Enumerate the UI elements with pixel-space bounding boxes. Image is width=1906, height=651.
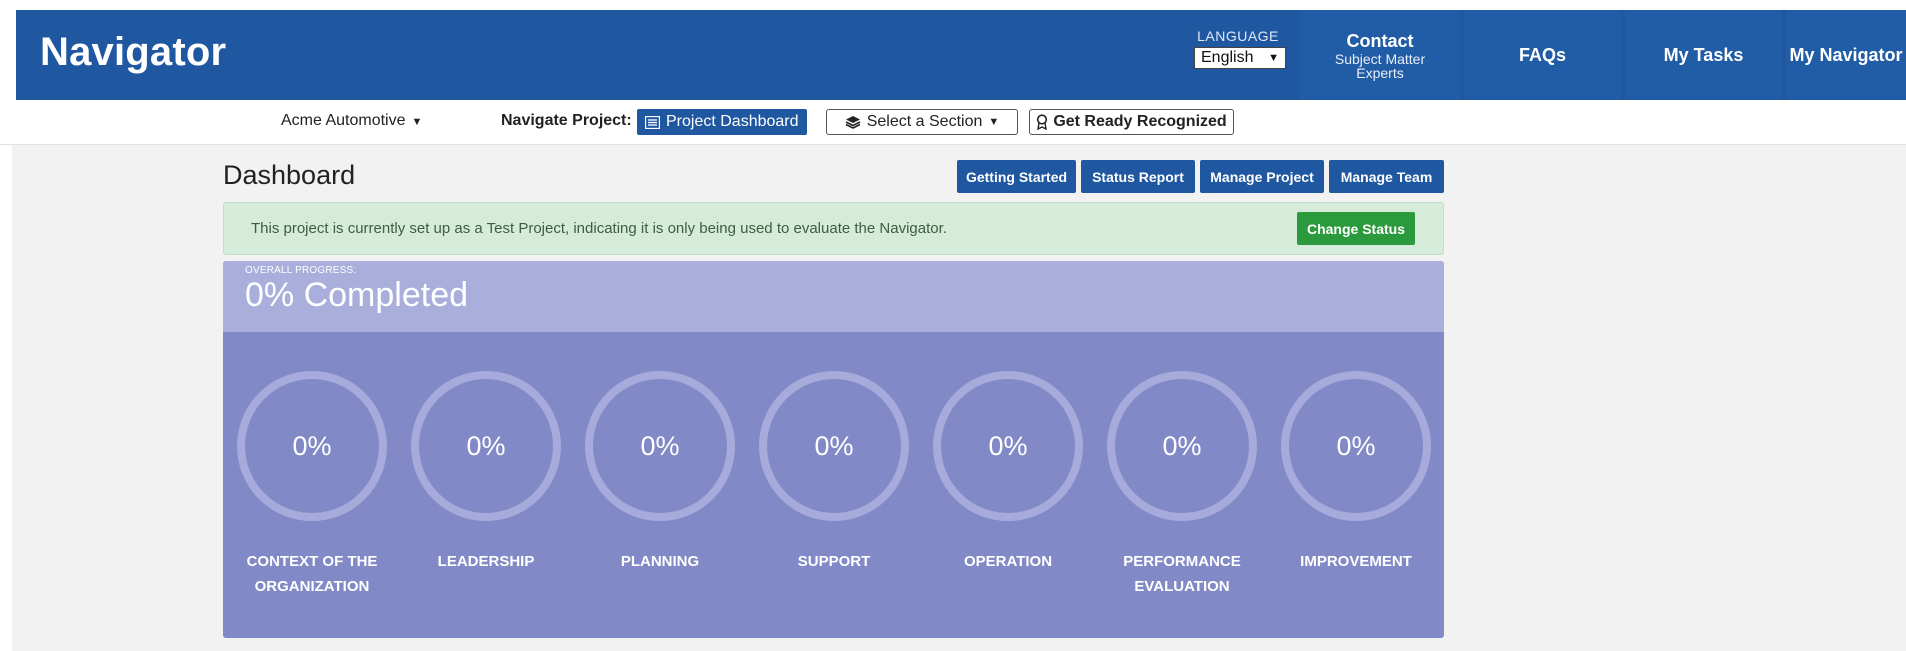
- section-label-line1: OPERATION: [963, 553, 1053, 570]
- select-section-label: Select a Section: [866, 113, 983, 130]
- section-label: PERFORMANCE EVALUATION: [1102, 549, 1262, 599]
- progress-ring: 0%: [1281, 371, 1431, 521]
- get-ready-label: Get Ready Recognized: [1053, 113, 1227, 130]
- overall-progress-value: 0% Completed: [245, 276, 469, 314]
- progress-ring: 0%: [585, 371, 735, 521]
- caret-down-icon: ▼: [1268, 52, 1279, 64]
- section-label-line2: ORGANIZATION: [254, 578, 370, 595]
- progress-ring: 0%: [237, 371, 387, 521]
- layers-icon: [845, 116, 861, 129]
- section-label: CONTEXT OF THE ORGANIZATION: [232, 549, 392, 599]
- caret-down-icon: ▼: [411, 116, 423, 128]
- organization-name: Acme Automotive: [281, 112, 406, 129]
- section-label: IMPROVEMENT: [1276, 549, 1436, 574]
- project-subnav: Acme Automotive ▼ Navigate Project: Proje…: [0, 100, 1906, 145]
- getting-started-button[interactable]: Getting Started: [957, 160, 1076, 193]
- organization-dropdown[interactable]: Acme Automotive ▼: [281, 112, 422, 130]
- change-status-button[interactable]: Change Status: [1297, 212, 1415, 245]
- alert-message: This project is currently set up as a Te…: [251, 220, 947, 237]
- nav-my-navigator[interactable]: My Navigator: [1786, 10, 1906, 100]
- get-ready-recognized-button[interactable]: Get Ready Recognized: [1029, 109, 1234, 135]
- language-picker: LANGUAGE English ▼: [1188, 28, 1288, 69]
- section-label-line1: LEADERSHIP: [437, 553, 535, 570]
- project-dashboard-button[interactable]: Project Dashboard: [637, 109, 807, 135]
- test-project-alert: This project is currently set up as a Te…: [223, 202, 1444, 255]
- section-label: PLANNING: [580, 549, 740, 574]
- list-icon: [645, 115, 660, 129]
- overall-progress-header: OVERALL PROGRESS: 0% Completed: [223, 261, 1444, 332]
- brand-logo[interactable]: Navigator: [40, 30, 226, 75]
- contact-title: Contact: [1346, 30, 1414, 51]
- nav-contact[interactable]: Contact Subject Matter Experts: [1300, 10, 1460, 100]
- nav-faqs[interactable]: FAQs: [1464, 10, 1621, 100]
- progress-ring: 0%: [411, 371, 561, 521]
- progress-panel: OVERALL PROGRESS: 0% Completed 0% CONTEX…: [223, 261, 1444, 638]
- manage-project-button[interactable]: Manage Project: [1200, 160, 1324, 193]
- caret-down-icon: ▼: [988, 116, 1000, 128]
- progress-ring: 0%: [1107, 371, 1257, 521]
- overall-progress-label: OVERALL PROGRESS:: [245, 265, 357, 276]
- contact-subtitle-1: Subject Matter: [1334, 50, 1426, 67]
- status-report-button[interactable]: Status Report: [1081, 160, 1195, 193]
- progress-ring: 0%: [759, 371, 909, 521]
- language-label: LANGUAGE: [1197, 28, 1279, 44]
- project-dashboard-label: Project Dashboard: [666, 113, 799, 130]
- progress-ring: 0%: [933, 371, 1083, 521]
- select-section-dropdown[interactable]: Select a Section ▼: [826, 109, 1018, 135]
- section-label-line1: PLANNING: [620, 553, 700, 570]
- navigate-project-label: Navigate Project:: [501, 112, 632, 129]
- section-label-line1: SUPPORT: [797, 553, 871, 570]
- section-label: SUPPORT: [754, 549, 914, 574]
- section-progress-operation[interactable]: 0% OPERATION: [928, 371, 1088, 574]
- section-label-line1: CONTEXT OF THE: [246, 553, 378, 570]
- page-title: Dashboard: [223, 160, 356, 190]
- nav-my-tasks[interactable]: My Tasks: [1625, 10, 1782, 100]
- section-progress-context[interactable]: 0% CONTEXT OF THE ORGANIZATION: [232, 371, 392, 599]
- section-label-line1: IMPROVEMENT: [1300, 553, 1412, 570]
- manage-team-button[interactable]: Manage Team: [1329, 160, 1444, 193]
- section-progress-improvement[interactable]: 0% IMPROVEMENT: [1276, 371, 1436, 574]
- section-label: OPERATION: [928, 549, 1088, 574]
- section-label-line1: PERFORMANCE: [1123, 553, 1241, 570]
- section-progress-leadership[interactable]: 0% LEADERSHIP: [406, 371, 566, 574]
- section-progress-support[interactable]: 0% SUPPORT: [754, 371, 914, 574]
- section-progress-planning[interactable]: 0% PLANNING: [580, 371, 740, 574]
- contact-subtitle-2: Experts: [1356, 64, 1404, 81]
- section-label-line2: EVALUATION: [1134, 578, 1230, 595]
- section-label: LEADERSHIP: [406, 549, 566, 574]
- language-value: English: [1201, 49, 1254, 66]
- language-select[interactable]: English ▼: [1194, 47, 1286, 69]
- top-navigation-bar: Navigator LANGUAGE English ▼ Contact Sub…: [16, 10, 1906, 100]
- award-icon: [1037, 114, 1048, 130]
- section-progress-performance[interactable]: 0% PERFORMANCE EVALUATION: [1102, 371, 1262, 599]
